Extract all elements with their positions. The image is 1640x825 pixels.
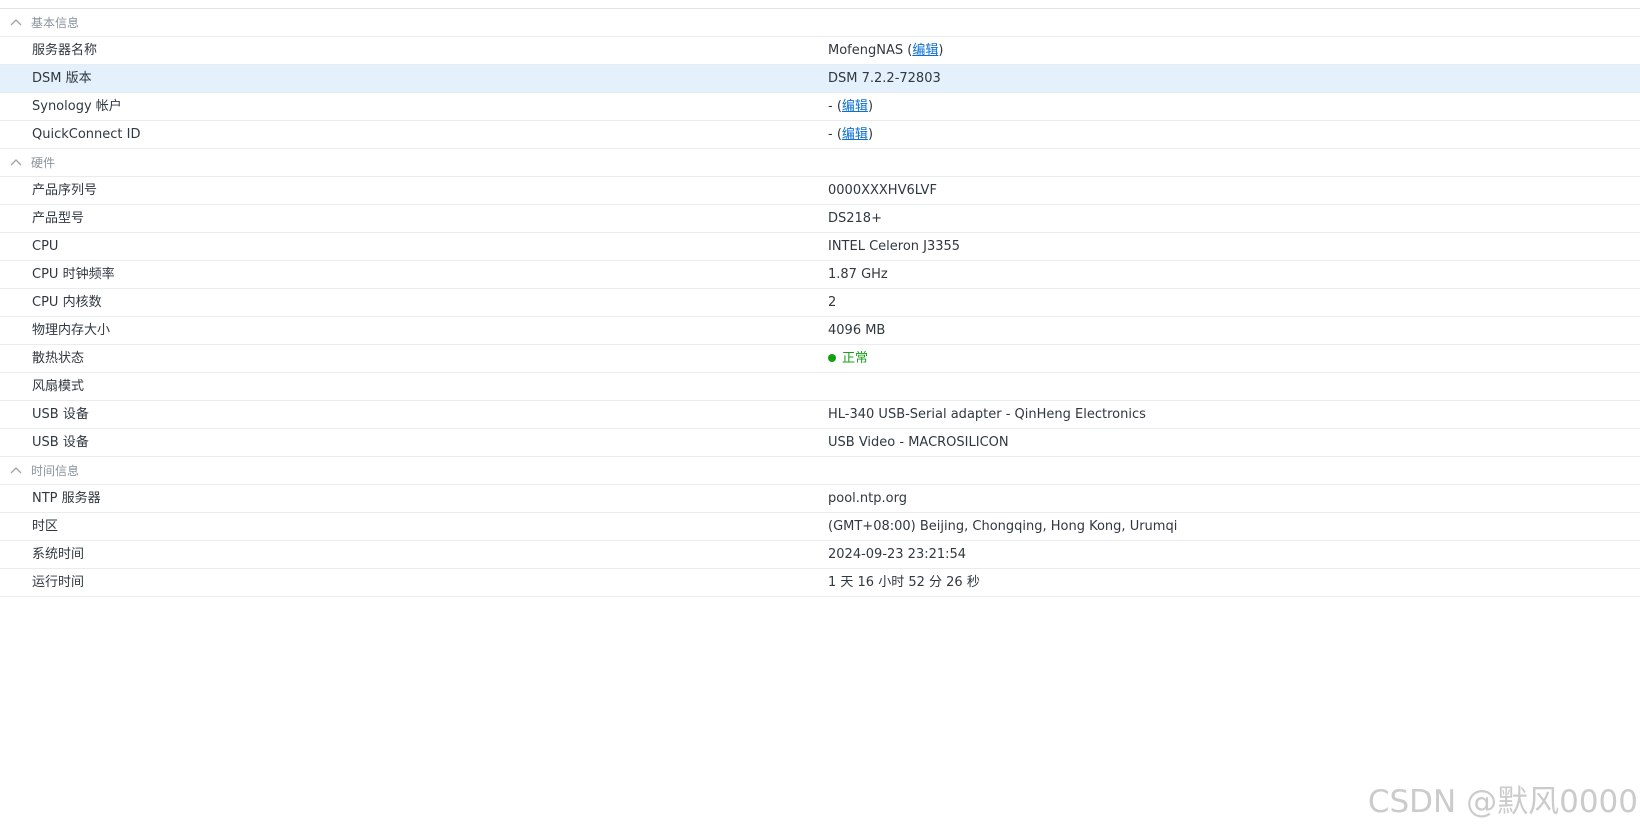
info-row-fan-mode: 风扇模式	[0, 373, 1640, 401]
row-value: 2024-09-23 23:21:54	[828, 547, 967, 562]
row-value: 0000XXXHV6LVF	[828, 183, 937, 198]
row-label: 系统时间	[32, 547, 85, 562]
row-value: USB Video - MACROSILICON	[828, 435, 1009, 450]
row-label: 物理内存大小	[32, 323, 111, 338]
row-label: 产品序列号	[32, 183, 98, 198]
section-title: 硬件	[31, 156, 56, 170]
row-value: 1.87 GHz	[828, 267, 888, 282]
section-title: 基本信息	[31, 16, 80, 30]
info-row-model: 产品型号 DS218+	[0, 205, 1640, 233]
section-header-time[interactable]: 时间信息	[0, 457, 1640, 485]
chevron-up-icon[interactable]	[8, 155, 24, 171]
info-row-system-time: 系统时间 2024-09-23 23:21:54	[0, 541, 1640, 569]
info-row-uptime: 运行时间 1 天 16 小时 52 分 26 秒	[0, 569, 1640, 597]
info-row-cpu: CPU INTEL Celeron J3355	[0, 233, 1640, 261]
row-value: 2	[828, 295, 837, 310]
edit-quickconnect-id-link[interactable]: 编辑	[842, 127, 868, 142]
row-label: 时区	[32, 519, 59, 534]
section-title: 时间信息	[31, 464, 80, 478]
info-row-memory: 物理内存大小 4096 MB	[0, 317, 1640, 345]
info-row-cpu-cores: CPU 内核数 2	[0, 289, 1640, 317]
row-value: - (编辑)	[828, 99, 874, 114]
row-label: CPU 内核数	[32, 295, 102, 310]
info-row-thermal-status: 散热状态 正常	[0, 345, 1640, 373]
row-value: HL-340 USB-Serial adapter - QinHeng Elec…	[828, 407, 1146, 422]
status-dot-icon	[828, 354, 836, 362]
info-row-dsm-version: DSM 版本 DSM 7.2.2-72803	[0, 65, 1640, 93]
info-row-usb-device-2: USB 设备 USB Video - MACROSILICON	[0, 429, 1640, 457]
row-label: Synology 帐户	[32, 99, 122, 114]
info-row-quickconnect-id: QuickConnect ID - (编辑)	[0, 121, 1640, 149]
info-row-synology-account: Synology 帐户 - (编辑)	[0, 93, 1640, 121]
quickconnect-id-value: -	[828, 127, 833, 142]
info-row-cpu-clock: CPU 时钟频率 1.87 GHz	[0, 261, 1640, 289]
section-header-hardware[interactable]: 硬件	[0, 149, 1640, 177]
row-value: 正常	[828, 351, 868, 367]
row-label: USB 设备	[32, 407, 89, 422]
row-label: QuickConnect ID	[32, 127, 141, 142]
row-label: 服务器名称	[32, 43, 98, 58]
info-row-server-name: 服务器名称 MofengNAS (编辑)	[0, 37, 1640, 65]
row-value: 1 天 16 小时 52 分 26 秒	[828, 575, 980, 590]
server-name-value: MofengNAS	[828, 43, 904, 58]
chevron-up-icon[interactable]	[8, 15, 24, 31]
row-value: DS218+	[828, 211, 882, 226]
row-value: - (编辑)	[828, 127, 874, 142]
row-label: DSM 版本	[32, 71, 92, 86]
edit-synology-account-link[interactable]: 编辑	[842, 99, 868, 114]
info-table: 基本信息 服务器名称 MofengNAS (编辑) DSM 版本 DSM 7.2…	[0, 9, 1640, 597]
row-value: DSM 7.2.2-72803	[828, 71, 941, 86]
row-label: 运行时间	[32, 575, 85, 590]
row-value: pool.ntp.org	[828, 491, 907, 506]
info-row-usb-device-1: USB 设备 HL-340 USB-Serial adapter - QinHe…	[0, 401, 1640, 429]
edit-server-name-link[interactable]: 编辑	[912, 43, 938, 58]
row-label: USB 设备	[32, 435, 89, 450]
row-value: MofengNAS (编辑)	[828, 43, 944, 58]
row-label: 产品型号	[32, 211, 85, 226]
info-row-ntp-server: NTP 服务器 pool.ntp.org	[0, 485, 1640, 513]
watermark: CSDN @默风0000	[1367, 784, 1638, 820]
info-row-timezone: 时区 (GMT+08:00) Beijing, Chongqing, Hong …	[0, 513, 1640, 541]
row-value: 4096 MB	[828, 323, 886, 338]
synology-account-value: -	[828, 99, 833, 114]
row-label: 风扇模式	[32, 379, 85, 394]
row-value: INTEL Celeron J3355	[828, 239, 961, 254]
thermal-status-text: 正常	[842, 351, 869, 366]
row-label: NTP 服务器	[32, 491, 101, 506]
section-header-basic[interactable]: 基本信息	[0, 9, 1640, 37]
chevron-up-icon[interactable]	[8, 463, 24, 479]
row-label: CPU 时钟频率	[32, 267, 115, 282]
info-row-serial-number: 产品序列号 0000XXXHV6LVF	[0, 177, 1640, 205]
row-label: CPU	[32, 239, 59, 254]
row-value: (GMT+08:00) Beijing, Chongqing, Hong Kon…	[828, 519, 1178, 534]
row-label: 散热状态	[32, 351, 85, 366]
